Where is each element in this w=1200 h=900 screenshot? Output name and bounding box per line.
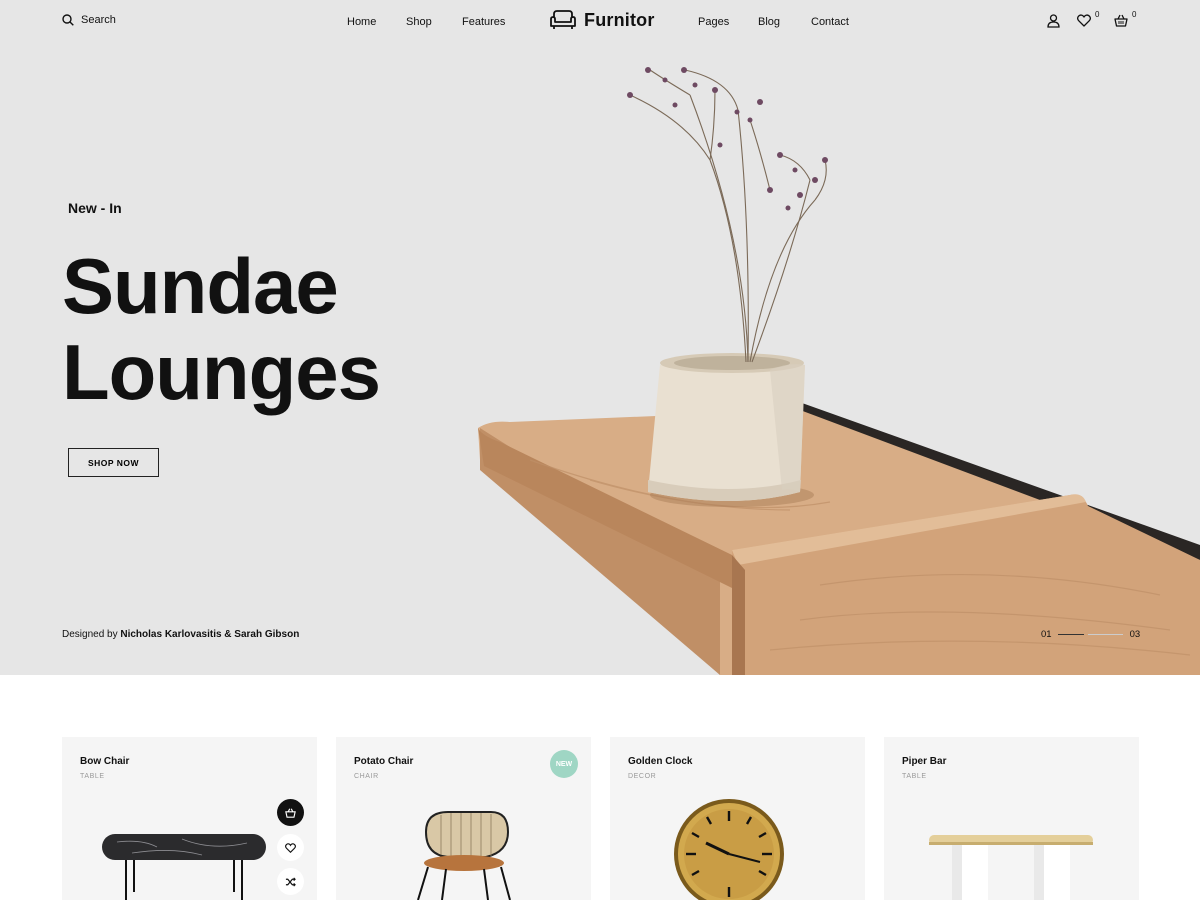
wishlist-count: 0 — [1095, 10, 1100, 19]
hero-section: Search Home Shop Features Pages Blog Con… — [0, 0, 1200, 675]
product-category: TABLE — [80, 773, 105, 780]
slide-track — [1087, 634, 1123, 635]
product-card-bow-chair[interactable]: Bow Chair TABLE — [62, 737, 317, 900]
slide-indicator[interactable]: 01 03 — [1041, 629, 1140, 640]
product-image — [102, 834, 266, 900]
product-category: TABLE — [902, 773, 927, 780]
hero-title-line-1: Sundae — [62, 242, 339, 330]
new-badge: NEW — [550, 750, 578, 778]
slide-progress — [1057, 634, 1084, 635]
product-card-potato-chair[interactable]: Potato Chair CHAIR NEW — [336, 737, 591, 900]
nav-blog[interactable]: Blog — [758, 16, 780, 28]
product-image — [417, 811, 511, 900]
cart-count: 0 — [1132, 10, 1137, 19]
product-card-piper-bar[interactable]: Piper Bar TABLE — [884, 737, 1139, 900]
nav-pages[interactable]: Pages — [698, 16, 729, 28]
product-name[interactable]: Piper Bar — [902, 756, 946, 767]
designer-credit: Designed by Nicholas Karlovasitis & Sara… — [62, 629, 299, 640]
credit-prefix: Designed by — [62, 629, 118, 640]
product-category: CHAIR — [354, 773, 379, 780]
hero-eyebrow: New - In — [68, 200, 122, 216]
cart-button[interactable]: 0 — [1114, 10, 1136, 32]
logo-text: Furnitor — [584, 9, 655, 30]
slide-total: 03 — [1129, 629, 1141, 640]
hero-image — [478, 67, 1200, 675]
product-category: DECOR — [628, 773, 657, 780]
nav-contact[interactable]: Contact — [811, 16, 849, 28]
armchair-icon — [550, 10, 576, 29]
product-name[interactable]: Potato Chair — [354, 756, 413, 767]
site-header: Search Home Shop Features Pages Blog Con… — [0, 0, 1200, 44]
credit-names: Nicholas Karlovasitis & Sarah Gibson — [120, 629, 300, 640]
wishlist-button[interactable]: 0 — [1076, 10, 1099, 32]
account-button[interactable] — [1047, 14, 1060, 33]
product-image — [929, 835, 1093, 900]
product-name[interactable]: Golden Clock — [628, 756, 692, 767]
slide-current: 01 — [1041, 629, 1052, 640]
basket-icon — [1114, 14, 1128, 27]
product-grid: Bow Chair TABLE Potato Chair CHAIR NEW G… — [62, 737, 1139, 900]
site-logo[interactable]: Furnitor — [548, 9, 655, 31]
search-icon — [62, 14, 74, 26]
heart-icon — [1076, 14, 1092, 27]
product-card-golden-clock[interactable]: Golden Clock DECOR — [610, 737, 865, 900]
product-name[interactable]: Bow Chair — [80, 756, 129, 767]
nav-features[interactable]: Features — [462, 16, 505, 28]
search-label: Search — [81, 14, 116, 26]
hero-title-line-2: Lounges — [62, 328, 381, 416]
nav-shop[interactable]: Shop — [406, 16, 432, 28]
user-icon — [1047, 14, 1060, 28]
hero-title: Sundae Lounges — [62, 242, 381, 416]
search-button[interactable]: Search — [62, 14, 116, 26]
product-image — [674, 799, 784, 900]
nav-home[interactable]: Home — [347, 16, 376, 28]
shop-now-button[interactable]: SHOP NOW — [68, 448, 159, 477]
